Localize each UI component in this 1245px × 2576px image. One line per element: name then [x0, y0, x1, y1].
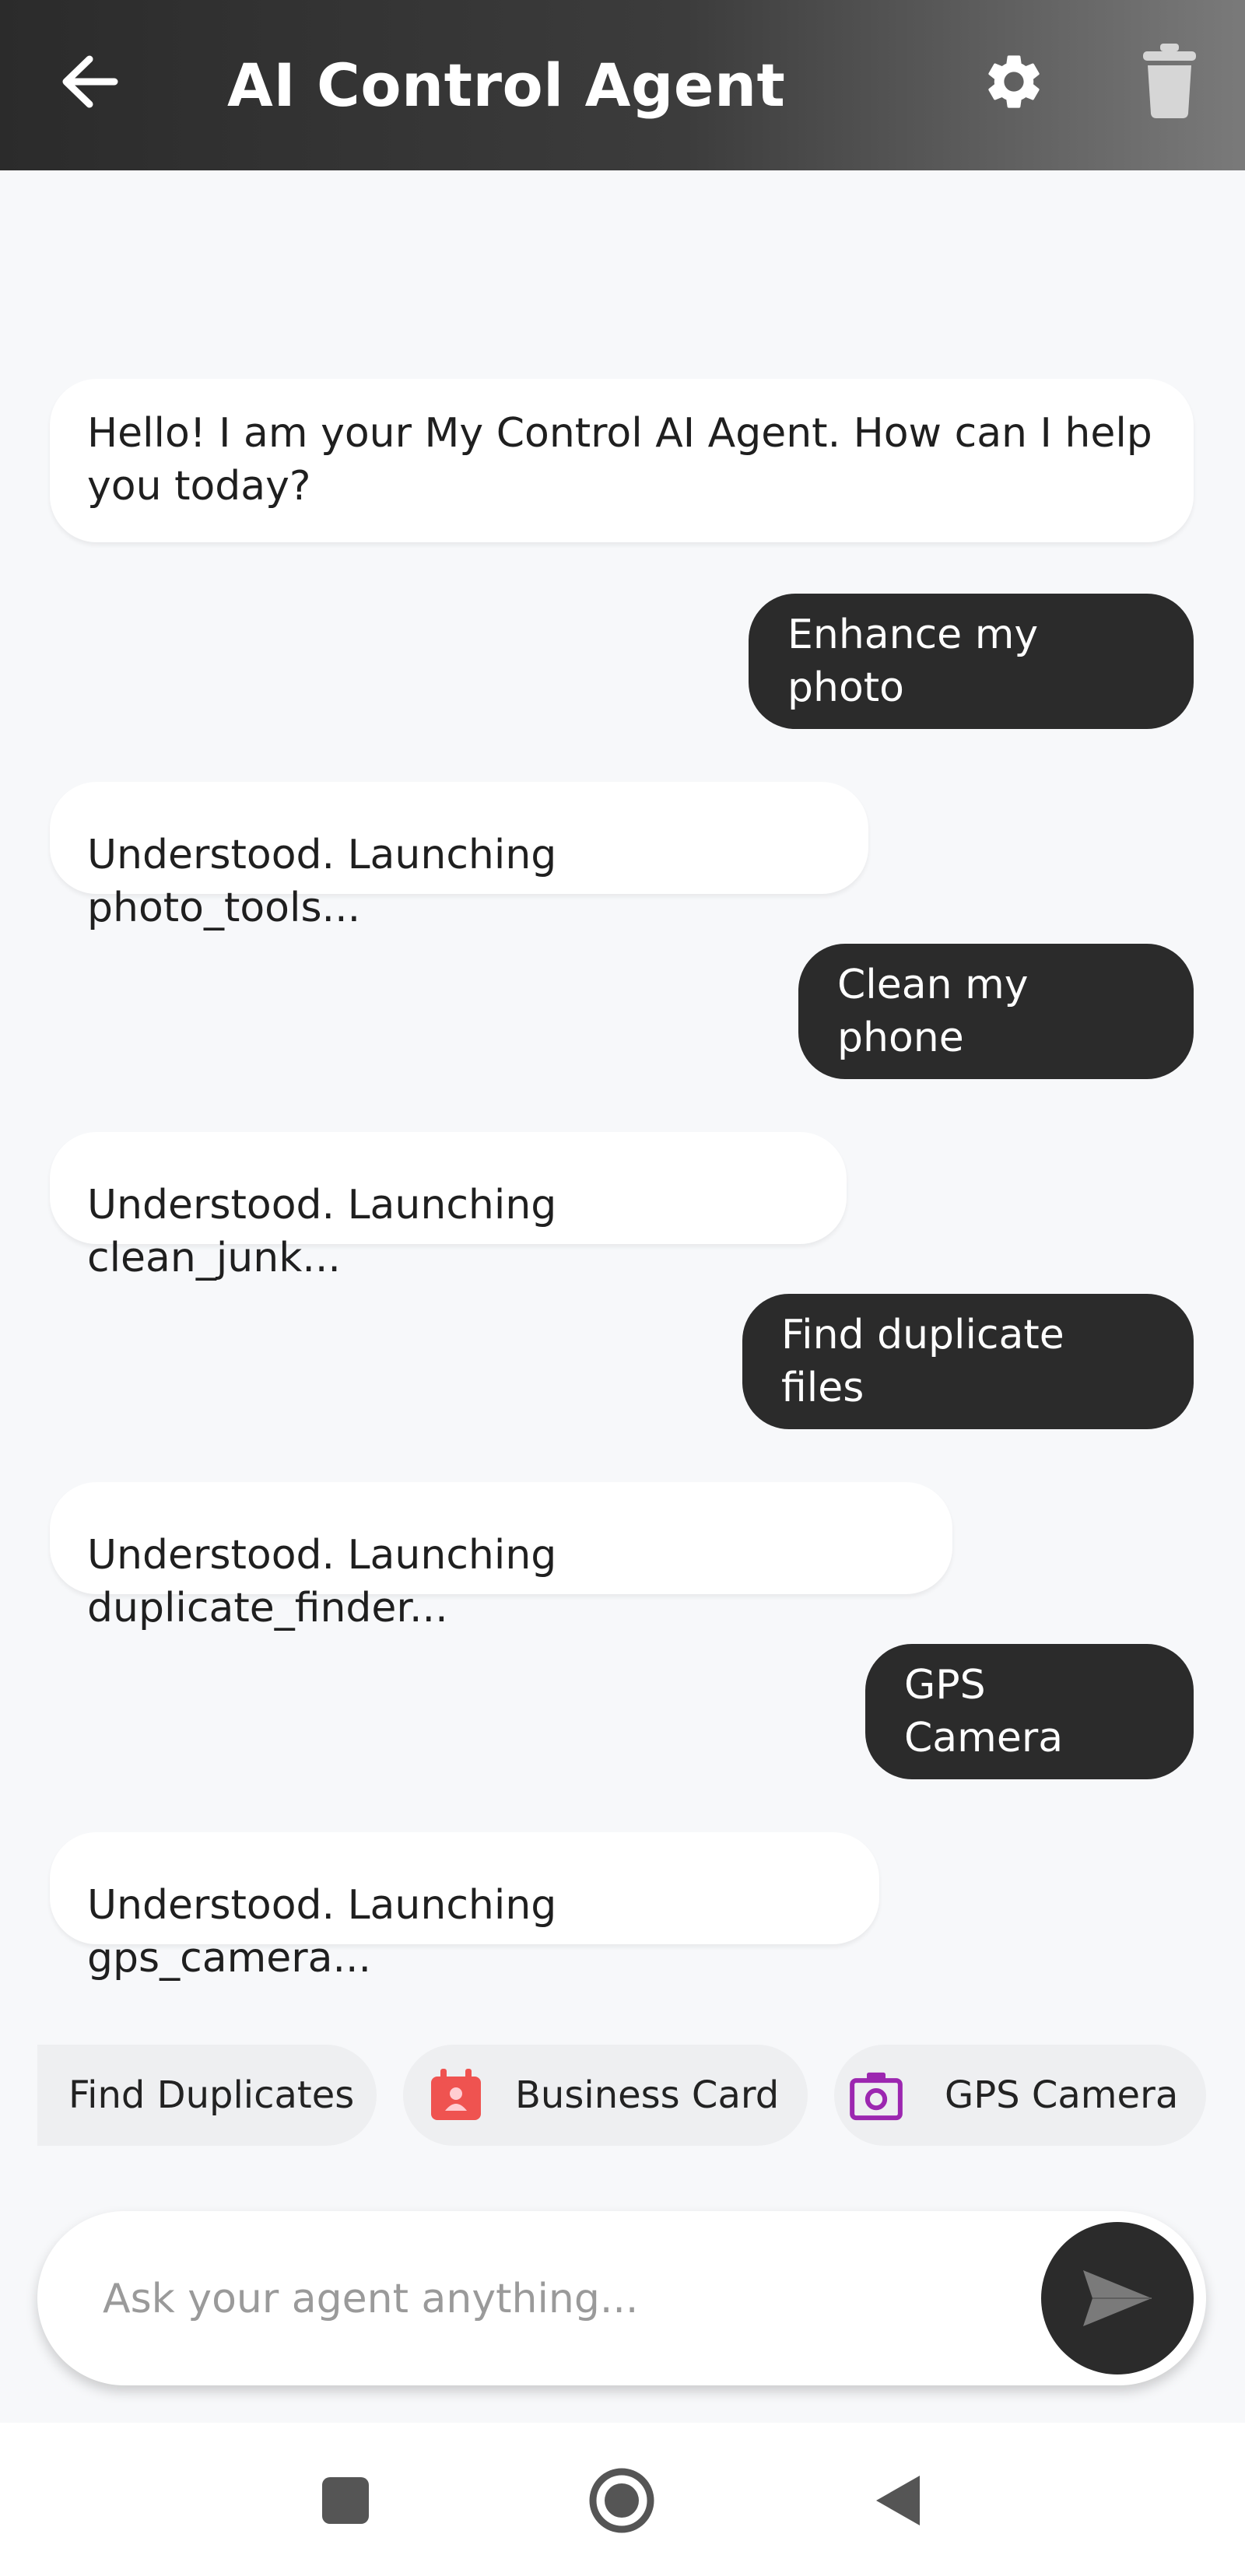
chip-label: Find Duplicates — [68, 2073, 355, 2117]
page-title: AI Control Agent — [227, 51, 786, 120]
triangle-back-icon — [876, 2476, 920, 2525]
user-message-text: Enhance my photo — [787, 612, 1039, 711]
circle-icon — [589, 2468, 654, 2533]
agent-message-text: Understood. Launching photo_tools... — [87, 832, 557, 931]
agent-message: Understood. Launching duplicate_finder..… — [50, 1482, 952, 1631]
chip-label: GPS Camera — [945, 2073, 1179, 2117]
user-message: Clean my phone — [798, 944, 1194, 1079]
business-card-icon — [428, 2067, 484, 2123]
send-button[interactable] — [1041, 2222, 1194, 2374]
chip-label: Business Card — [515, 2073, 780, 2117]
agent-message: Understood. Launching clean_junk... — [50, 1132, 847, 1281]
agent-message: Understood. Launching photo_tools... — [50, 782, 868, 931]
agent-message-text: Understood. Launching duplicate_finder..… — [87, 1532, 557, 1631]
agent-message: Hello! I am your My Control AI Agent. Ho… — [50, 379, 1194, 542]
system-navigation-bar — [0, 2423, 1245, 2576]
top-app-bar: AI Control Agent — [0, 0, 1245, 170]
user-message: Enhance my photo — [749, 594, 1194, 729]
quick-action-gps-camera[interactable]: GPS Camera — [834, 2045, 1206, 2146]
user-message-text: GPS Camera — [904, 1662, 1064, 1761]
settings-button[interactable] — [971, 39, 1057, 124]
app-screen: AI Control Agent Hello! I am your My Con… — [0, 0, 1245, 2576]
square-icon — [322, 2477, 369, 2524]
camera-icon — [848, 2067, 904, 2123]
user-message-text: Clean my phone — [837, 962, 1029, 1061]
agent-message-text: Hello! I am your My Control AI Agent. Ho… — [87, 410, 1152, 510]
quick-action-find-duplicates[interactable]: Find Duplicates — [37, 2045, 377, 2146]
agent-message-text: Understood. Launching clean_junk... — [87, 1182, 557, 1281]
user-message: GPS Camera — [865, 1644, 1194, 1779]
clear-chat-button[interactable] — [1127, 34, 1212, 128]
user-message: Find duplicate files — [742, 1294, 1194, 1429]
recents-button[interactable] — [299, 2454, 392, 2547]
user-message-text: Find duplicate files — [781, 1312, 1064, 1411]
back-button[interactable] — [47, 39, 132, 124]
quick-action-business-card[interactable]: Business Card — [403, 2045, 808, 2146]
system-back-button[interactable] — [851, 2454, 945, 2547]
arrow-left-icon — [62, 55, 118, 108]
agent-message: Understood. Launching gps_camera... — [50, 1832, 879, 1982]
agent-message-text: Understood. Launching gps_camera... — [87, 1882, 557, 1982]
trash-icon — [1143, 44, 1196, 118]
gear-icon — [988, 55, 1040, 108]
send-icon — [1083, 2270, 1152, 2326]
home-button[interactable] — [575, 2454, 668, 2547]
message-composer — [37, 2211, 1206, 2387]
message-input[interactable] — [101, 2211, 1022, 2387]
